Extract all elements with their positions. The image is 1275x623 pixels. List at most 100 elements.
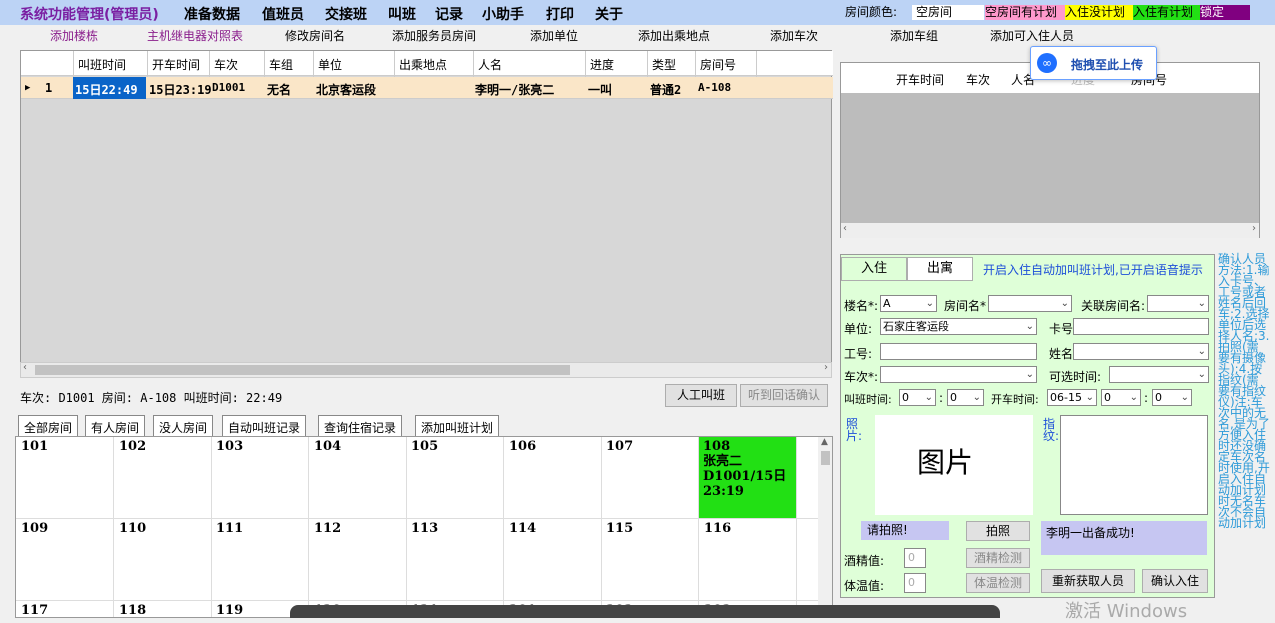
scroll-right-icon[interactable]: › [1252,223,1256,234]
room-108-occupied[interactable]: 108 张亮二 D1001/15日 23:19 [699,437,796,518]
menu-about[interactable]: 关于 [595,4,623,24]
col-unit[interactable]: 单位 [318,56,342,73]
cell-train[interactable]: D1001 [212,81,245,94]
grid-horizontal-scrollbar[interactable]: ‹ › [20,362,832,378]
cell-name[interactable]: 李明一/张亮二 [475,81,554,98]
room-116[interactable]: 116 [704,521,731,536]
add-resident-button[interactable]: 添加可入住人员 [990,27,1074,44]
tab-occupied-rooms[interactable]: 有人房间 [85,415,146,437]
photo-preview[interactable]: 图片 [875,415,1033,515]
add-building-button[interactable]: 添加楼栋 [50,27,98,44]
waiting-grid[interactable]: 开车时间 车次 人名 进度 房间号 ‹ › [840,62,1260,238]
room-119[interactable]: 119 [216,603,243,617]
col-depart-time[interactable]: 开车时间 [152,56,200,73]
fingerprint-preview[interactable] [1060,415,1208,515]
unit-select[interactable]: 石家庄客运段 ⌄ [880,318,1037,335]
menu-prepare-data[interactable]: 准备数据 [184,4,240,24]
col-depart-time[interactable]: 开车时间 [896,71,944,88]
add-unit-button[interactable]: 添加单位 [530,27,578,44]
add-group-button[interactable]: 添加车组 [890,27,938,44]
col-call-time[interactable]: 叫班时间 [78,56,126,73]
scroll-up-icon[interactable]: ▲ [821,437,828,447]
room-102[interactable]: 102 [119,439,146,454]
menu-duty[interactable]: 值班员 [262,4,304,24]
room-114[interactable]: 114 [509,521,536,536]
waiting-grid-scrollbar[interactable]: ‹ › [841,223,1259,238]
col-progress[interactable]: 进度 [590,56,614,73]
col-train[interactable]: 车次 [214,56,238,73]
depart-date-select[interactable]: 06-15 ⌄ [1047,389,1097,406]
col-room[interactable]: 房间号 [700,56,736,73]
menu-handover[interactable]: 交接班 [325,4,367,24]
col-name[interactable]: 人名 [478,56,502,73]
optional-time-select[interactable]: ⌄ [1109,366,1209,383]
selected-call-time-cell[interactable]: 15日22:49 [73,77,146,99]
room-113[interactable]: 113 [411,521,438,536]
add-attendant-room-button[interactable]: 添加服务员房间 [392,27,476,44]
col-place[interactable]: 出乘地点 [399,56,447,73]
room-110[interactable]: 110 [119,521,146,536]
call-plan-grid[interactable]: 叫班时间 开车时间 车次 车组 单位 出乘地点 人名 进度 类型 房间号 ▶ 1… [20,50,833,378]
cell-room[interactable]: A-108 [698,81,731,94]
call-hour-select[interactable]: 0 ⌄ [899,389,936,406]
tab-stay-records[interactable]: 查询住宿记录 [318,415,403,437]
menu-assistant[interactable]: 小助手 [482,4,524,24]
auto-plan-hint[interactable]: 开启入住自动加叫班计划,已开启语音提示 [983,261,1203,278]
add-departure-place-button[interactable]: 添加出乘地点 [638,27,710,44]
room-104[interactable]: 104 [314,439,341,454]
linked-room-select[interactable]: ⌄ [1147,295,1209,312]
alcohol-input[interactable]: 0 [904,548,926,568]
menu-call[interactable]: 叫班 [388,4,416,24]
menu-system[interactable]: 系统功能管理(管理员) [20,4,159,24]
add-train-button[interactable]: 添加车次 [770,27,818,44]
tab-checkin[interactable]: 入住 [841,257,907,281]
rename-room-button[interactable]: 修改房间名 [285,27,345,44]
upload-drop-tooltip[interactable]: ∞ 拖拽至此上传 [1030,46,1157,80]
room-111[interactable]: 111 [216,521,243,536]
room-115[interactable]: 115 [606,521,633,536]
room-109[interactable]: 109 [21,521,48,536]
building-select[interactable]: A ⌄ [880,295,937,312]
temperature-input[interactable]: 0 [904,573,926,593]
col-type[interactable]: 类型 [652,56,676,73]
scroll-thumb[interactable] [35,365,570,375]
temperature-test-button[interactable]: 体温检测 [966,573,1030,593]
room-101[interactable]: 101 [21,439,48,454]
refetch-person-button[interactable]: 重新获取人员 [1041,569,1135,593]
cell-unit[interactable]: 北京客运段 [316,81,376,98]
room-107[interactable]: 107 [606,439,633,454]
call-minute-select[interactable]: 0 ⌄ [947,389,984,406]
cell-progress[interactable]: 一叫 [588,81,612,98]
tab-all-rooms[interactable]: 全部房间 [18,415,79,437]
room-name-select[interactable]: ⌄ [988,295,1072,312]
tab-checkout[interactable]: 出寓 [907,257,973,281]
train-select[interactable]: ⌄ [880,366,1037,383]
name-select[interactable]: ⌄ [1073,343,1209,360]
cell-type[interactable]: 普通2 [650,81,681,98]
room-106[interactable]: 106 [509,439,536,454]
depart-hour-select[interactable]: 0 ⌄ [1101,389,1141,406]
scroll-left-icon[interactable]: ‹ [843,223,847,234]
take-photo-button[interactable]: 拍照 [966,521,1030,541]
table-row[interactable]: ▶ 1 15日22:49 15日23:19 D1001 无名 北京客运段 李明一… [21,77,833,99]
room-112[interactable]: 112 [314,521,341,536]
manual-call-button[interactable]: 人工叫班 [665,384,737,407]
room-105[interactable]: 105 [411,439,438,454]
cell-depart-time[interactable]: 15日23:19 [149,81,212,98]
tab-add-call-plan[interactable]: 添加叫班计划 [415,415,500,437]
menu-print[interactable]: 打印 [546,4,574,24]
confirm-checkin-button[interactable]: 确认入住 [1142,569,1208,593]
menu-records[interactable]: 记录 [435,4,463,24]
depart-minute-select[interactable]: 0 ⌄ [1152,389,1192,406]
room-117[interactable]: 117 [21,603,48,617]
room-118[interactable]: 118 [119,603,146,617]
confirm-callback-button[interactable]: 听到回话确认 [740,384,828,407]
scroll-right-icon[interactable]: › [824,362,828,373]
alcohol-test-button[interactable]: 酒精检测 [966,548,1030,568]
room-vertical-scrollbar[interactable]: ▲ [818,437,832,617]
job-input[interactable] [880,343,1037,360]
col-train[interactable]: 车次 [966,71,990,88]
scroll-thumb[interactable] [821,451,830,465]
tab-auto-call-records[interactable]: 自动叫班记录 [222,415,307,437]
scroll-left-icon[interactable]: ‹ [23,362,27,373]
